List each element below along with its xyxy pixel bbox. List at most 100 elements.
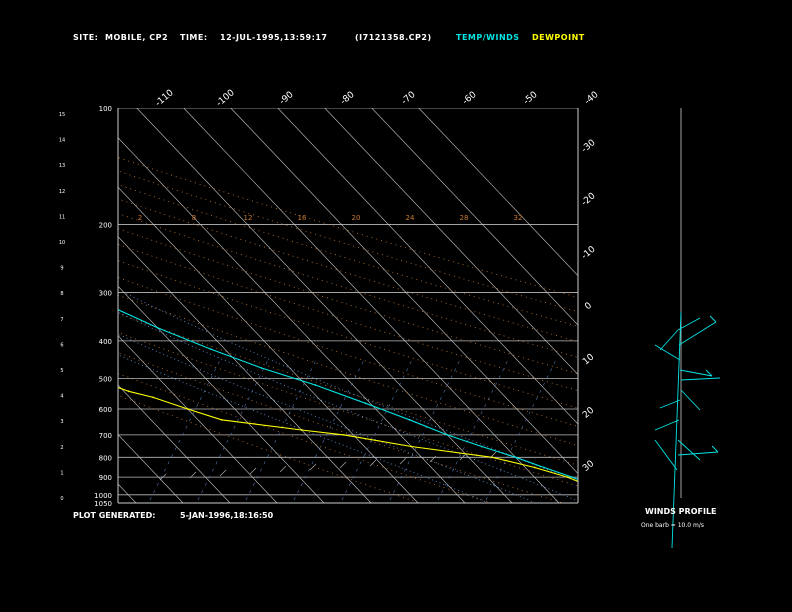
temp-point	[629, 497, 631, 499]
temp-point	[408, 418, 411, 421]
right-temp-label: 20	[581, 405, 596, 420]
temp-point	[260, 367, 263, 369]
top-temp-label: -60	[461, 90, 479, 107]
right-temp-label: -10	[580, 244, 598, 261]
dewpoint-point	[26, 318, 28, 320]
chart-wind-barb	[339, 461, 347, 469]
dry-adiabat	[118, 372, 492, 503]
isotherm-line	[230, 108, 578, 474]
top-temp-label: -70	[400, 90, 418, 107]
height-tick-label: 7	[60, 317, 63, 323]
dewpoint-point	[607, 494, 609, 496]
dewpoint-point	[6, 327, 8, 329]
height-tick-label: 12	[59, 189, 65, 195]
wind-barb	[677, 451, 719, 456]
height-tick-label: 2	[60, 445, 63, 451]
temp-point	[314, 384, 317, 386]
wind-barb	[680, 389, 701, 411]
dewpoint-point	[615, 497, 617, 499]
wind-barb	[654, 439, 678, 471]
mixing-ratio-label: 12	[244, 214, 253, 222]
chart-wind-barb	[309, 463, 317, 471]
dewpoint-point	[152, 396, 155, 399]
chart-wind-barb	[219, 469, 227, 477]
height-tick-label: 10	[59, 240, 65, 246]
height-tick-label: 15	[59, 112, 65, 118]
winds-profile-title: WINDS PROFILE	[645, 507, 717, 516]
right-temp-label: -20	[580, 191, 598, 208]
isotherm-line	[118, 384, 231, 503]
chart-wind-barb	[399, 457, 407, 465]
height-tick-label: 13	[59, 163, 65, 169]
pressure-tick-label: 200	[99, 221, 112, 229]
dry-adiabat	[118, 332, 578, 487]
isotherm-line	[118, 285, 325, 503]
pressure-tick-label: 300	[99, 290, 112, 298]
temp-point	[543, 466, 545, 469]
isotherm-line	[183, 108, 560, 503]
wind-barb-feather	[709, 315, 717, 323]
moist-adiabat	[118, 354, 489, 503]
dry-adiabat	[118, 312, 578, 466]
dewpoint-point	[220, 418, 223, 421]
temp-point	[76, 292, 78, 294]
skew-t-chart: 1002003004005006007008009001000105015141…	[0, 88, 721, 549]
temp-point	[571, 476, 573, 478]
top-temp-label: -110	[154, 88, 176, 109]
plot-generated-label: PLOT GENERATED:	[73, 511, 156, 520]
top-temp-label: -90	[278, 90, 296, 107]
right-temp-label: 10	[581, 352, 596, 367]
isotherm-line	[118, 483, 137, 503]
right-temp-label: -30	[580, 138, 598, 155]
top-temp-label: -80	[339, 90, 357, 107]
mixing-ratio-label: 8	[192, 214, 196, 222]
dewpoint-point	[35, 308, 37, 310]
temp-point	[115, 308, 117, 310]
height-tick-label: 6	[60, 342, 63, 348]
temp-point	[446, 434, 449, 436]
isotherm-line	[118, 186, 419, 503]
dry-adiabat	[118, 352, 563, 503]
right-temp-label: 30	[581, 459, 596, 474]
height-tick-label: 5	[60, 368, 63, 374]
pressure-tick-label: 1050	[94, 500, 112, 508]
dry-adiabat	[118, 294, 578, 446]
dewpoint-point	[48, 371, 50, 373]
mixing-ratio-label: 28	[460, 214, 469, 222]
height-tick-label: 8	[60, 291, 63, 297]
dewpoint-point	[533, 466, 536, 469]
mixing-ratio-line	[485, 359, 557, 501]
mixing-ratio-label: 16	[298, 214, 307, 222]
dewpoint-point	[343, 434, 345, 436]
temp-winds-line	[118, 309, 578, 481]
height-tick-label: 0	[60, 496, 63, 502]
isotherm-line	[118, 434, 184, 503]
mixing-ratio-line	[437, 359, 509, 501]
wind-barb	[654, 344, 681, 361]
temp-point	[594, 485, 596, 487]
top-temp-label: -100	[215, 88, 237, 109]
chart-wind-barb	[279, 465, 287, 473]
moist-adiabat	[118, 333, 536, 503]
pressure-tick-label: 400	[99, 338, 112, 346]
temp-point	[209, 348, 212, 350]
dewpoint-point	[566, 476, 569, 478]
temp-point	[480, 445, 483, 448]
wind-barb	[680, 377, 721, 381]
isotherm-line	[118, 335, 278, 503]
mixing-ratio-line	[341, 359, 413, 501]
mixing-ratio-label: 24	[406, 214, 415, 222]
top-temp-label: -50	[522, 90, 540, 107]
plot-generated-value: 5-JAN-1996,18:16:50	[180, 511, 274, 520]
pressure-tick-label: 700	[99, 432, 112, 440]
isotherm-line	[371, 108, 578, 326]
temp-point	[364, 402, 367, 405]
isotherm-line	[0, 108, 89, 503]
chart-wind-barb	[429, 455, 437, 463]
pressure-tick-label: 1000	[94, 492, 112, 500]
winds-profile-note: One barb = 10.0 m/s	[641, 522, 704, 529]
dewpoint-point	[186, 408, 189, 410]
height-tick-label: 11	[59, 214, 65, 220]
pressure-tick-label: 800	[99, 454, 112, 462]
dewpoint-point	[92, 378, 94, 380]
